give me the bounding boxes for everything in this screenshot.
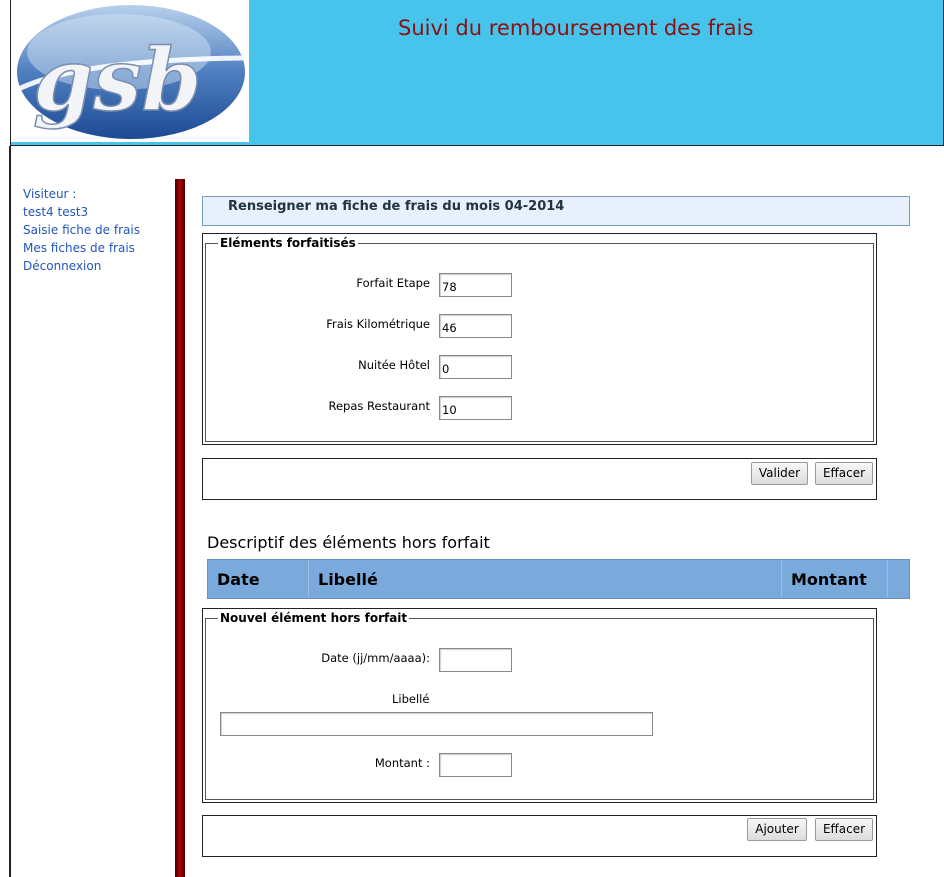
input-frais-kilometrique[interactable] — [439, 314, 512, 338]
page-title: Renseigner ma fiche de frais du mois 04-… — [228, 199, 565, 214]
header-banner: gsb Suivi du remboursement des frais — [10, 0, 944, 146]
label-montant: Montant : — [374, 756, 430, 770]
forfait-fieldset: Eléments forfaitisés Forfait Etape Frais… — [202, 233, 877, 445]
forfait-fieldset-inner — [205, 243, 874, 442]
svg-text:gsb: gsb — [33, 30, 202, 131]
forfait-legend: Eléments forfaitisés — [218, 236, 358, 250]
menu-divider-bar — [175, 179, 185, 877]
logo: gsb — [11, 0, 249, 142]
clear-new-item-button[interactable]: Effacer — [815, 818, 873, 841]
gsb-logo-icon: gsb — [11, 5, 245, 139]
add-button[interactable]: Ajouter — [747, 818, 807, 841]
label-frais-kilometrique: Frais Kilométrique — [326, 317, 430, 331]
new-item-fieldset: Nouvel élément hors forfait Date (jj/mm/… — [202, 608, 877, 803]
column-header-date: Date — [208, 560, 309, 598]
menu-link-mes-fiches[interactable]: Mes fiches de frais — [23, 241, 135, 255]
new-item-legend: Nouvel élément hors forfait — [218, 611, 410, 625]
label-libelle: Libellé — [392, 692, 430, 706]
input-date[interactable] — [439, 648, 512, 672]
forfait-buttons-box: Valider Effacer — [202, 458, 877, 500]
user-name: test4 test3 — [23, 205, 89, 219]
hors-forfait-title: Descriptif des éléments hors forfait — [207, 533, 490, 552]
label-nuitee-hotel: Nuitée Hôtel — [358, 358, 430, 372]
label-forfait-etape: Forfait Etape — [356, 276, 430, 290]
input-forfait-etape[interactable] — [439, 273, 512, 297]
new-item-buttons-box: Ajouter Effacer — [202, 815, 877, 857]
column-header-montant: Montant — [782, 560, 888, 598]
clear-forfait-button[interactable]: Effacer — [815, 462, 873, 485]
input-repas-restaurant[interactable] — [439, 396, 512, 420]
input-montant[interactable] — [439, 753, 512, 777]
input-nuitee-hotel[interactable] — [439, 355, 512, 379]
validate-button[interactable]: Valider — [751, 462, 808, 485]
page-frame-left — [9, 146, 11, 877]
input-libelle[interactable] — [220, 712, 653, 736]
label-date: Date (jj/mm/aaaa): — [321, 651, 430, 665]
column-header-libelle: Libellé — [309, 560, 782, 598]
label-repas-restaurant: Repas Restaurant — [328, 399, 430, 413]
new-item-fieldset-inner — [205, 618, 874, 800]
menu-link-saisie-fiche[interactable]: Saisie fiche de frais — [23, 223, 140, 237]
menu-link-deconnexion[interactable]: Déconnexion — [23, 259, 101, 273]
hors-forfait-table-header: Date Libellé Montant — [207, 559, 910, 599]
visitor-label: Visiteur : — [23, 187, 77, 201]
app-title: Suivi du remboursement des frais — [398, 16, 754, 40]
